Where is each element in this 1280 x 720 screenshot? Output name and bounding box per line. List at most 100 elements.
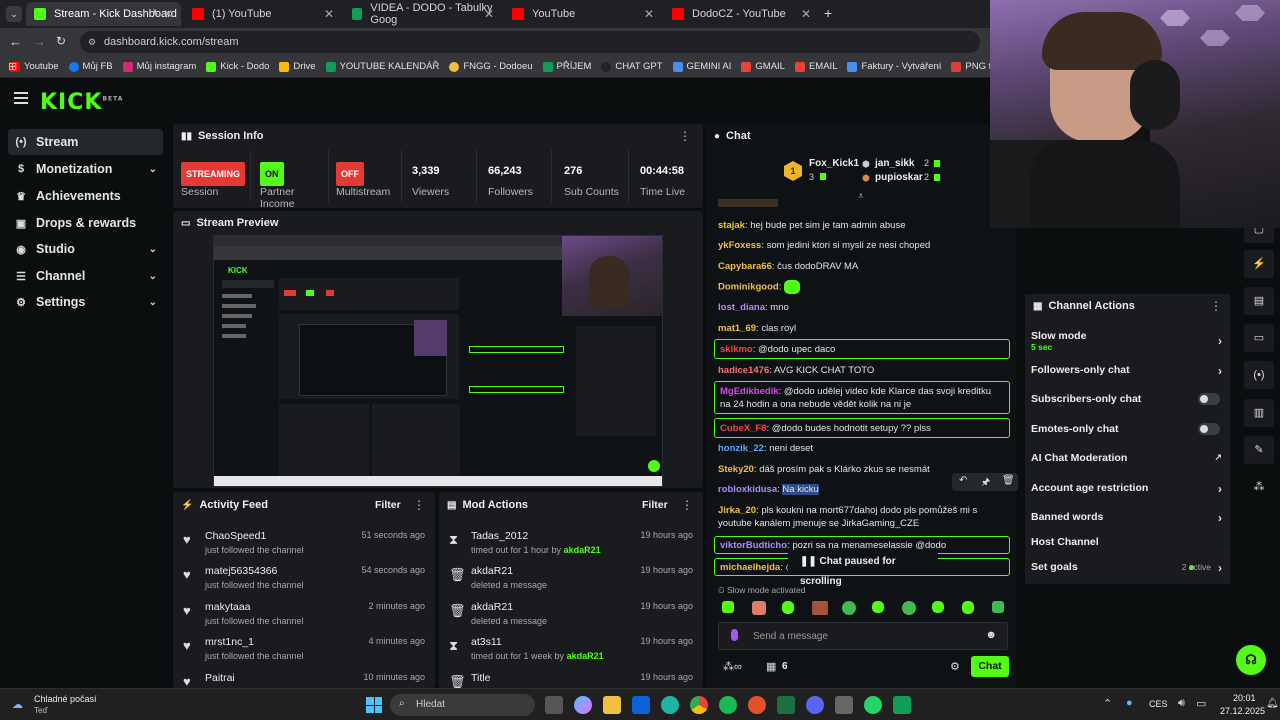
sidebar-item-studio[interactable]: ◉ Studio ⌄	[8, 236, 163, 262]
action-subscribers-only[interactable]: Subscribers-only chat	[1031, 393, 1226, 405]
stat-multistream[interactable]: OFF Multistream	[336, 162, 390, 198]
bookmark-faktury[interactable]: Faktury - Vytváření	[847, 61, 941, 72]
reload-icon[interactable]: ↻	[56, 34, 66, 48]
chrome-icon[interactable]	[690, 696, 708, 714]
close-tab-icon[interactable]: ✕	[644, 7, 654, 21]
sidebar-item-stream[interactable]: (•) Stream	[8, 129, 163, 155]
users-icon[interactable]: ⁂	[1244, 473, 1274, 501]
bolt-icon[interactable]: ⚡	[1244, 250, 1274, 278]
mod-filter-button[interactable]: Filter	[642, 499, 668, 511]
bookmark-drive[interactable]: Drive	[279, 61, 316, 72]
file-explorer-icon[interactable]	[603, 696, 621, 714]
users-icon[interactable]: ⁂∞	[723, 660, 742, 673]
close-tab-icon[interactable]: ✕	[324, 7, 334, 21]
emote-icon[interactable]	[752, 601, 766, 615]
edge-icon[interactable]	[661, 696, 679, 714]
settings-gear-icon[interactable]: ⚙	[950, 660, 960, 673]
url-field[interactable]: ⚙ dashboard.kick.com/stream	[80, 31, 980, 53]
clock-time[interactable]: 20:01	[1233, 693, 1256, 703]
spotify-icon[interactable]	[719, 696, 737, 714]
action-banned-words[interactable]: Banned words ›	[1031, 511, 1226, 525]
document-icon[interactable]: ▤	[1244, 287, 1274, 315]
bookmark-email[interactable]: EMAIL	[794, 61, 837, 72]
bookmark-gemini[interactable]: GEMINI AI	[672, 61, 731, 72]
subscribers-only-toggle[interactable]	[1198, 393, 1220, 405]
tab-dodocz-youtube[interactable]: DodoCZ - YouTube ✕	[664, 2, 819, 26]
emote-icon[interactable]	[992, 601, 1004, 613]
emote-icon[interactable]	[932, 601, 944, 613]
forward-icon[interactable]: →	[33, 34, 46, 49]
mic-tray-icon[interactable]: ●	[1126, 697, 1133, 709]
close-tab-icon[interactable]: ✕	[801, 7, 811, 21]
chat-send-button[interactable]: Chat	[971, 656, 1009, 677]
emote-icon[interactable]	[812, 601, 828, 615]
action-emotes-only[interactable]: Emotes-only chat	[1031, 423, 1226, 435]
bookmark-youtube[interactable]: Youtube	[10, 61, 59, 72]
wrench-icon[interactable]: ✎	[1244, 436, 1274, 464]
action-account-age[interactable]: Account age restriction ›	[1031, 482, 1226, 496]
tab-kick-dashboard[interactable]: Stream - Kick Dashboard 🔇︎ ✕	[26, 2, 181, 26]
volume-icon[interactable]: 🔊︎	[1178, 697, 1185, 710]
bookmark-chatgpt[interactable]: CHAT GPT	[601, 61, 663, 72]
tab-youtube-2[interactable]: YouTube ✕	[504, 2, 662, 26]
stat-partner-income[interactable]: ON Partner Income	[260, 162, 330, 208]
mute-icon[interactable]: 🔇︎	[153, 7, 159, 18]
bookmark-fngg[interactable]: FNGG - Dodoeu	[449, 61, 533, 72]
gift-box-icon[interactable]: ▦	[766, 660, 776, 673]
excel-icon[interactable]	[777, 696, 795, 714]
sidebar-item-settings[interactable]: ⚙ Settings ⌄	[8, 289, 163, 315]
back-icon[interactable]: ←	[9, 34, 22, 49]
notification-icon[interactable]: 🔔︎	[1266, 698, 1279, 709]
expand-leaderboard-icon[interactable]: ⩡	[858, 191, 864, 202]
copilot-icon[interactable]	[574, 696, 592, 714]
kick-logo[interactable]: KICKBETA	[40, 90, 123, 115]
sidebar-item-monetization[interactable]: $ Monetization ⌄	[8, 156, 163, 182]
chat-paused-banner[interactable]: ❚❚ Chat paused for scrolling	[788, 552, 938, 587]
sidebar-item-drops[interactable]: ▣ Drops & rewards	[8, 210, 163, 236]
hamburger-menu-icon[interactable]	[14, 92, 28, 104]
tab-youtube[interactable]: (1) YouTube ✕	[184, 2, 342, 26]
help-fab-icon[interactable]: ☊	[1236, 645, 1266, 675]
task-view-icon[interactable]	[545, 696, 563, 714]
bookmark-prijem[interactable]: PŘÍJEM	[542, 61, 591, 72]
close-tab-icon[interactable]: ✕	[163, 7, 173, 21]
clock-date[interactable]: 27.12.2025	[1220, 706, 1265, 716]
emote-icon[interactable]	[872, 601, 884, 613]
action-set-goals[interactable]: Set goals 2 active ›	[1031, 561, 1226, 575]
stream-preview-video[interactable]: KICK	[213, 235, 663, 487]
bookmark-instagram[interactable]: Můj instagram	[122, 61, 196, 72]
kebab-menu-icon[interactable]: ⋮	[413, 498, 425, 512]
discord-icon[interactable]	[806, 696, 824, 714]
apps-grid-icon[interactable]: ⊞	[8, 60, 17, 73]
bookmark-gmail[interactable]: GMAIL	[741, 61, 785, 72]
pin-icon[interactable]: 🖈︎	[981, 475, 990, 492]
new-tab-icon[interactable]: +	[824, 5, 832, 21]
bookmark-kick[interactable]: Kick - Dodo	[206, 61, 269, 72]
calculator-icon[interactable]	[835, 696, 853, 714]
leader-first-name[interactable]: Fox_Kick1	[809, 158, 859, 169]
site-info-icon[interactable]: ⚙	[88, 31, 96, 53]
action-followers-only[interactable]: Followers-only chat ›	[1031, 364, 1226, 378]
chat-input[interactable]: Send a message ☻	[718, 622, 1008, 650]
taskbar-search[interactable]: ⌕ Hledat	[390, 694, 535, 716]
emote-icon[interactable]	[782, 601, 794, 614]
sidebar-item-channel[interactable]: ☰ Channel ⌄	[8, 263, 163, 289]
activity-filter-button[interactable]: Filter	[375, 499, 401, 511]
trash-icon[interactable]: 🗑︎	[1002, 475, 1015, 486]
emote-icon[interactable]	[722, 601, 734, 613]
chat-bubble-icon[interactable]: ▭	[1244, 324, 1274, 352]
emotes-only-toggle[interactable]	[1198, 423, 1220, 435]
action-slow-mode[interactable]: Slow mode 5 sec ›	[1031, 330, 1226, 352]
action-ai-moderation[interactable]: AI Chat Moderation ↗	[1031, 452, 1226, 464]
storage-icon[interactable]: ▥	[1244, 399, 1274, 427]
tab-list-icon[interactable]: ⌄	[6, 6, 22, 22]
whatsapp-icon[interactable]	[864, 696, 882, 714]
chevron-up-icon[interactable]: ⌃	[1103, 697, 1112, 710]
kebab-menu-icon[interactable]: ⋮	[1210, 299, 1222, 313]
close-tab-icon[interactable]: ✕	[484, 7, 494, 21]
sidebar-item-achievements[interactable]: ♛ Achievements	[8, 183, 163, 209]
kebab-menu-icon[interactable]: ⋮	[679, 129, 691, 143]
emote-icon[interactable]	[962, 601, 974, 614]
mic-icon[interactable]	[731, 629, 738, 641]
network-icon[interactable]: ▭	[1196, 697, 1206, 710]
